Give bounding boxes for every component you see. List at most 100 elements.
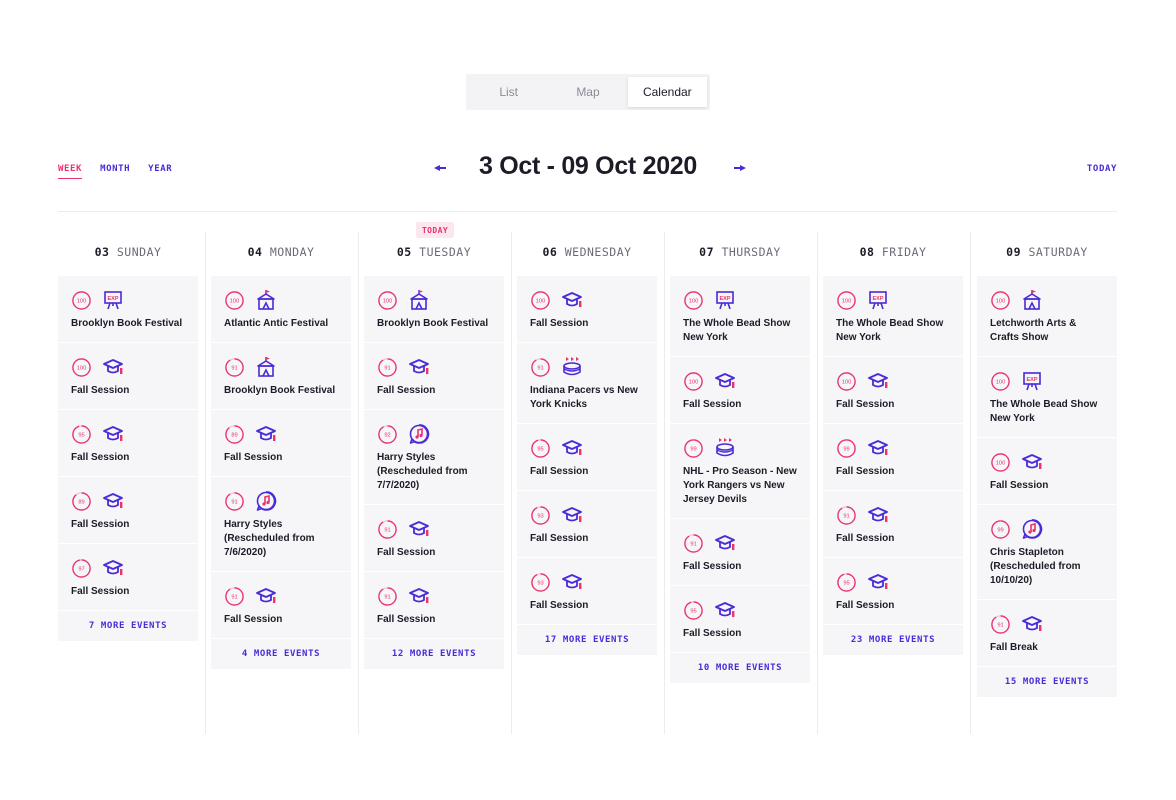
event-icons: 100 (71, 356, 185, 378)
event-card[interactable]: 100 Atlantic Antic Festival (211, 276, 351, 342)
event-icons: 100 EXP (71, 289, 185, 311)
graduation-cap-icon (255, 423, 277, 445)
event-icons: 93 (530, 571, 644, 593)
event-icons: 99 (836, 437, 950, 459)
tab-calendar[interactable]: Calendar (627, 77, 707, 107)
event-icons: 91 (377, 585, 491, 607)
day-column-sunday: 03 SUNDAY 100 EXP Brooklyn Book Festival 100… (58, 232, 198, 734)
event-card[interactable]: 100 Fall Session (517, 276, 657, 342)
event-card[interactable]: 100 Fall Session (823, 357, 963, 423)
event-card[interactable]: 91 Harry Styles (Rescheduled from 7/6/202… (211, 477, 351, 571)
event-title: Fall Session (530, 318, 589, 329)
score-ring-icon: 100 (224, 290, 245, 311)
week-grid: 03 SUNDAY 100 EXP Brooklyn Book Festival 100… (58, 232, 1118, 734)
event-card[interactable]: 100 Letchworth Arts & Crafts Show (977, 276, 1117, 356)
event-icons: 92 (377, 423, 491, 445)
graduation-cap-icon (561, 289, 583, 311)
score-ring-icon: 99 (990, 519, 1011, 540)
score-ring-icon: 100 (990, 371, 1011, 392)
score-ring-icon: 93 (530, 572, 551, 593)
event-card[interactable]: 95 Fall Session (823, 558, 963, 624)
more-events-link[interactable]: 23 MORE EVENTS (823, 625, 963, 655)
event-card[interactable]: 91 Fall Break (977, 600, 1117, 666)
festival-tent-icon (255, 289, 277, 311)
tab-list[interactable]: List (469, 77, 548, 107)
event-card[interactable]: 91 Indiana Pacers vs New York Knicks (517, 343, 657, 423)
svg-text:91: 91 (997, 622, 1003, 628)
range-week-link[interactable]: WEEK (58, 164, 83, 179)
score-ring-icon: 99 (683, 438, 704, 459)
event-card[interactable]: 100 EXP The Whole Bead Show New York (670, 276, 810, 356)
event-card[interactable]: 91 Fall Session (364, 505, 504, 571)
graduation-cap-icon (867, 370, 889, 392)
score-ring-icon: 100 (836, 371, 857, 392)
event-card[interactable]: 92 Harry Styles (Rescheduled from 7/7/202… (364, 410, 504, 504)
event-card[interactable]: 91 Fall Session (364, 572, 504, 638)
today-link[interactable]: TODAY (1087, 164, 1117, 174)
event-card[interactable]: 91 Brooklyn Book Festival (211, 343, 351, 409)
event-card[interactable]: 100 EXP The Whole Bead Show New York (977, 357, 1117, 437)
svg-text:91: 91 (231, 365, 237, 371)
event-card[interactable]: 100 Fall Session (670, 357, 810, 423)
event-card[interactable]: 99 NHL - Pro Season - New York Rangers vs… (670, 424, 810, 518)
graduation-cap-icon (408, 585, 430, 607)
more-events-link[interactable]: 10 MORE EVENTS (670, 653, 810, 683)
graduation-cap-icon (102, 423, 124, 445)
event-icons: 97 (71, 557, 185, 579)
event-icons: 100 EXP (683, 289, 797, 311)
event-card[interactable]: 91 Fall Session (364, 343, 504, 409)
event-card[interactable]: 99 Chris Stapleton (Rescheduled from 10/1… (977, 505, 1117, 599)
score-ring-icon: 91 (224, 491, 245, 512)
day-number: 05 (396, 245, 412, 259)
event-icons: 100 (530, 289, 644, 311)
event-card[interactable]: 95 Fall Session (58, 410, 198, 476)
graduation-cap-icon (1021, 451, 1043, 473)
previous-week-arrow-icon[interactable] (430, 158, 454, 178)
svg-text:93: 93 (537, 513, 543, 519)
event-card[interactable]: 95 Fall Session (517, 424, 657, 490)
tab-map[interactable]: Map (548, 77, 627, 107)
event-card[interactable]: 91 Fall Session (823, 491, 963, 557)
event-card[interactable]: 99 Fall Session (823, 424, 963, 490)
more-events-link[interactable]: 7 MORE EVENTS (58, 611, 198, 641)
graduation-cap-icon (561, 504, 583, 526)
event-card[interactable]: 89 Fall Session (58, 477, 198, 543)
event-card[interactable]: 97 Fall Session (58, 544, 198, 610)
event-card[interactable]: 91 Fall Session (670, 519, 810, 585)
event-card[interactable]: 93 Fall Session (517, 558, 657, 624)
event-card[interactable]: 100 Brooklyn Book Festival (364, 276, 504, 342)
day-header: 09 SATURDAY (977, 232, 1117, 276)
more-events-link[interactable]: 12 MORE EVENTS (364, 639, 504, 669)
concert-icon (408, 423, 430, 445)
event-card[interactable]: 93 Fall Session (517, 491, 657, 557)
next-week-arrow-icon[interactable] (726, 158, 750, 178)
range-year-link[interactable]: YEAR (148, 164, 172, 179)
event-card[interactable]: 91 Fall Session (211, 572, 351, 638)
more-events-link[interactable]: 17 MORE EVENTS (517, 625, 657, 655)
event-card[interactable]: 95 Fall Session (670, 586, 810, 652)
event-icons: 100 (990, 451, 1104, 473)
svg-text:95: 95 (690, 608, 696, 614)
graduation-cap-icon (102, 490, 124, 512)
day-header: 05 TUESDAY (364, 232, 504, 276)
day-header: 04 MONDAY (211, 232, 351, 276)
range-selector: WEEK MONTH YEAR (58, 164, 172, 179)
svg-text:EXP: EXP (719, 296, 730, 302)
event-card[interactable]: 100 EXP Brooklyn Book Festival (58, 276, 198, 342)
day-header: 03 SUNDAY (58, 232, 198, 276)
graduation-cap-icon (408, 356, 430, 378)
event-icons: 91 (224, 585, 338, 607)
more-events-link[interactable]: 15 MORE EVENTS (977, 667, 1117, 697)
svg-text:100: 100 (842, 298, 852, 304)
range-month-link[interactable]: MONTH (100, 164, 130, 179)
event-card[interactable]: 89 Fall Session (211, 410, 351, 476)
more-events-link[interactable]: 4 MORE EVENTS (211, 639, 351, 669)
event-card[interactable]: 100 Fall Session (977, 438, 1117, 504)
expo-icon: EXP (102, 289, 124, 311)
event-card[interactable]: 100 EXP The Whole Bead Show New York (823, 276, 963, 356)
event-card[interactable]: 100 Fall Session (58, 343, 198, 409)
svg-text:99: 99 (997, 527, 1003, 533)
svg-text:95: 95 (537, 446, 543, 452)
festival-tent-icon (1021, 289, 1043, 311)
svg-text:100: 100 (536, 298, 546, 304)
